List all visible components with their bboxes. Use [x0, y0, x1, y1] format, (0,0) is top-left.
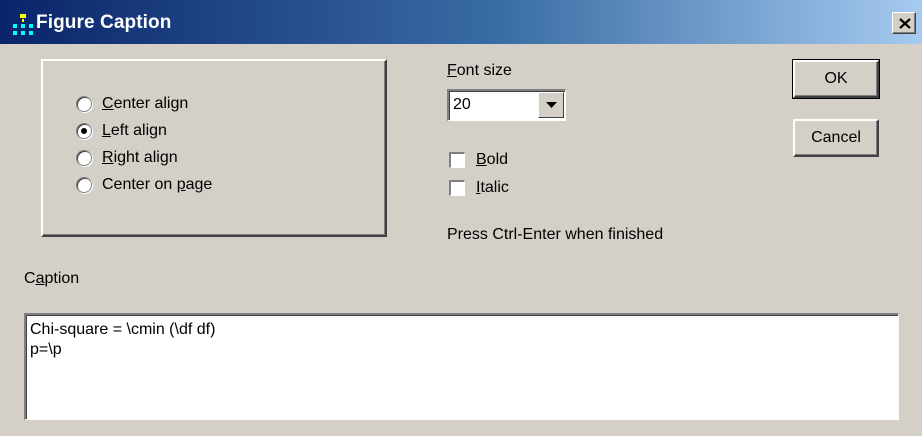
window-title: Figure Caption: [36, 12, 172, 33]
dropdown-button[interactable]: [538, 92, 564, 118]
chevron-down-icon: [546, 102, 557, 108]
close-button[interactable]: [892, 12, 916, 34]
italic-checkbox[interactable]: [449, 180, 465, 196]
italic-label: Italic: [476, 179, 509, 196]
caption-textarea[interactable]: Chi-square = \cmin (\df df) p=\p: [24, 313, 899, 420]
font-size-value: 20: [453, 96, 471, 113]
radio-center-align[interactable]: Center align: [76, 93, 188, 115]
radio-button[interactable]: [76, 150, 92, 166]
close-icon: [899, 18, 911, 29]
font-size-select[interactable]: 20: [447, 89, 566, 121]
radio-button[interactable]: [76, 123, 92, 139]
hint-text: Press Ctrl-Enter when finished: [447, 226, 664, 243]
alignment-group: Center align Left align Right align Cent…: [41, 59, 387, 237]
radio-label: Left align: [102, 122, 167, 139]
title-bar: Figure Caption: [0, 0, 922, 44]
bold-label: Bold: [476, 151, 509, 168]
font-size-label: Font size: [447, 62, 512, 79]
radio-button[interactable]: [76, 177, 92, 193]
caption-label: Caption: [24, 270, 80, 287]
radio-label: Center on page: [102, 176, 213, 193]
radio-label: Center align: [102, 95, 189, 112]
radio-center-on-page[interactable]: Center on page: [76, 174, 212, 196]
radio-label: Right align: [102, 149, 178, 166]
radio-right-align[interactable]: Right align: [76, 147, 178, 169]
figure-app-icon: [13, 14, 33, 35]
ok-button[interactable]: OK: [792, 59, 880, 99]
radio-button[interactable]: [76, 96, 92, 112]
radio-left-align[interactable]: Left align: [76, 120, 167, 142]
bold-checkbox[interactable]: [449, 152, 465, 168]
cancel-button[interactable]: Cancel: [793, 119, 879, 157]
